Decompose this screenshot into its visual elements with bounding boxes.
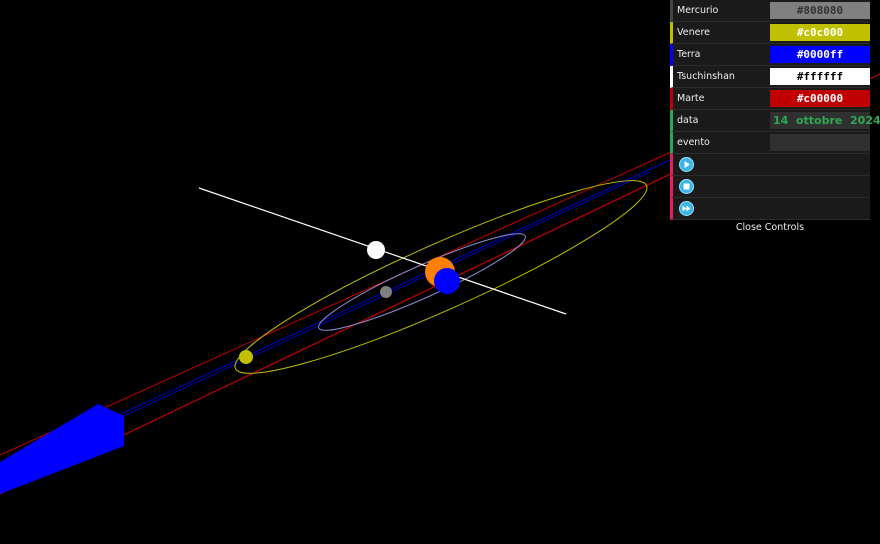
tsuchinshan-color-input[interactable]: #ffffff xyxy=(770,68,870,85)
play-icon[interactable] xyxy=(679,157,694,172)
play-row[interactable] xyxy=(670,154,870,176)
evento-row: evento xyxy=(670,132,870,154)
terra-color-input[interactable]: #0000ff xyxy=(770,46,870,63)
fast-forward-row[interactable] xyxy=(670,198,870,220)
fast-forward-icon[interactable] xyxy=(679,201,694,216)
close-controls-button[interactable]: Close Controls xyxy=(670,220,870,236)
mercurio-row: Mercurio #808080 xyxy=(670,0,870,22)
stop-icon[interactable] xyxy=(679,179,694,194)
terra-label: Terra xyxy=(677,49,701,60)
mercury[interactable] xyxy=(380,286,392,298)
controls-panel: Mercurio #808080 Venere #c0c000 Terra #0… xyxy=(670,0,880,236)
marte-color-input[interactable]: #c00000 xyxy=(770,90,870,107)
data-input[interactable]: 14 ottobre 2024 xyxy=(770,112,880,129)
tsuchinshan-comet[interactable] xyxy=(367,241,385,259)
venere-color-input[interactable]: #c0c000 xyxy=(770,24,870,41)
terra-row: Terra #0000ff xyxy=(670,44,870,66)
earth[interactable] xyxy=(434,268,460,294)
tsuchinshan-label: Tsuchinshan xyxy=(677,71,735,82)
data-row: data 14 ottobre 2024 xyxy=(670,110,880,132)
marte-label: Marte xyxy=(677,93,705,104)
venere-row: Venere #c0c000 xyxy=(670,22,870,44)
tsuchinshan-row: Tsuchinshan #ffffff xyxy=(670,66,870,88)
mercurio-label: Mercurio xyxy=(677,5,719,16)
venere-label: Venere xyxy=(677,27,711,38)
marte-row: Marte #c00000 xyxy=(670,88,870,110)
data-label: data xyxy=(677,115,699,126)
evento-label: evento xyxy=(677,137,710,148)
earth-shadow-cone xyxy=(0,404,124,494)
mercurio-color-input[interactable]: #808080 xyxy=(770,2,870,19)
stop-row[interactable] xyxy=(670,176,870,198)
evento-input[interactable] xyxy=(770,134,870,151)
venus[interactable] xyxy=(239,350,253,364)
